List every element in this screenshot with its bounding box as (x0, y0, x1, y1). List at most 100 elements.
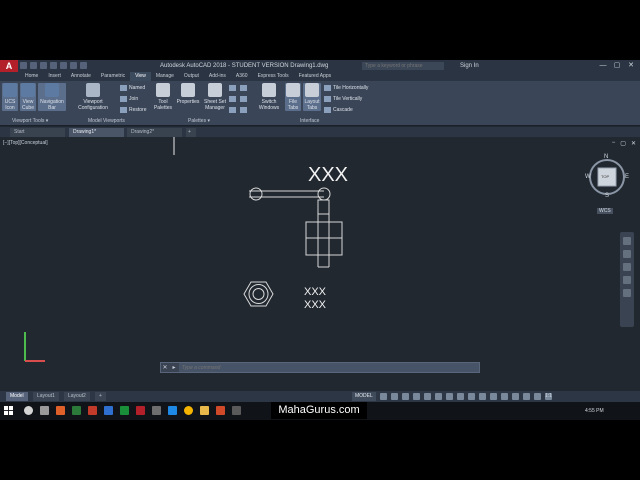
ribbon-tab-insert[interactable]: Insert (43, 72, 66, 81)
ribbon-tab-annotate[interactable]: Annotate (66, 72, 96, 81)
palette-small-6[interactable] (240, 107, 247, 113)
ribbon-tab-a360[interactable]: A360 (231, 72, 253, 81)
ribbon-overflow-icon[interactable] (336, 72, 346, 81)
showmotion-icon[interactable] (623, 289, 631, 297)
ribbon-tab-home[interactable]: Home (20, 72, 43, 81)
join-button[interactable]: Join (120, 96, 138, 102)
layout-tab-model[interactable]: Model (6, 392, 28, 401)
panel-label-palettes[interactable]: Palettes ▾ (188, 118, 210, 124)
windows-start-icon[interactable] (4, 406, 13, 415)
annotation-visibility-icon[interactable] (534, 393, 541, 400)
file-explorer-icon[interactable] (200, 406, 209, 415)
ribbon-tab-add-ins[interactable]: Add-ins (204, 72, 231, 81)
layout-tabs-button[interactable]: Layout Tabs (303, 83, 321, 111)
viewport-restore-button[interactable]: ▢ (620, 140, 626, 147)
maximize-button[interactable]: ▢ (610, 60, 624, 72)
compass-north[interactable]: N (604, 154, 608, 160)
selection-cycling-icon[interactable] (479, 393, 486, 400)
polar-icon[interactable] (413, 393, 420, 400)
chrome-icon[interactable] (184, 406, 193, 415)
dynamic-ucs-icon[interactable] (501, 393, 508, 400)
media-app-icon[interactable] (216, 406, 225, 415)
search-input[interactable] (362, 62, 444, 70)
drawing-viewport[interactable]: [−][Top][Conceptual] − ▢ ✕ XXX XXX XXX T… (0, 137, 640, 391)
ribbon-tab-view[interactable]: View (130, 72, 151, 81)
tab-start[interactable]: Start (10, 128, 65, 137)
drawing-text-large[interactable]: XXX (308, 164, 348, 187)
layout-tab-layout1[interactable]: Layout1 (33, 392, 59, 401)
save-as-icon[interactable] (50, 62, 57, 69)
browser-edge-icon[interactable] (168, 406, 177, 415)
task-view-icon[interactable] (40, 406, 49, 415)
tab-drawing2[interactable]: Drawing2* (127, 128, 182, 137)
autocad-taskbar-icon[interactable] (136, 406, 145, 415)
camera-icon[interactable] (152, 406, 161, 415)
ribbon-tab-parametric[interactable]: Parametric (96, 72, 130, 81)
tab-drawing1[interactable]: Drawing1* (69, 128, 124, 137)
tile-vertically-button[interactable]: Tile Vertically (324, 96, 362, 102)
command-close-icon[interactable]: ✕ (161, 364, 169, 371)
isodraft-icon[interactable] (424, 393, 431, 400)
compass-west[interactable]: W (585, 174, 591, 180)
drawing-text-small-1[interactable]: XXX (304, 286, 326, 298)
minimize-button[interactable]: — (596, 60, 610, 72)
plot-icon[interactable] (60, 62, 67, 69)
palette-small-1[interactable] (229, 85, 236, 91)
green-app-icon[interactable] (120, 406, 129, 415)
tile-horizontally-button[interactable]: Tile Horizontally (324, 85, 368, 91)
redo-icon[interactable] (80, 62, 87, 69)
viewport-controls-label[interactable]: [−][Top][Conceptual] (3, 140, 48, 146)
orbit-icon[interactable] (623, 276, 631, 284)
named-button[interactable]: Named (120, 85, 145, 91)
annotation-scale[interactable]: 1:1 (545, 392, 552, 401)
palette-small-4[interactable] (240, 85, 247, 91)
object-snap-tracking-icon[interactable] (435, 393, 442, 400)
store-icon[interactable] (232, 406, 241, 415)
new-file-icon[interactable] (20, 62, 27, 69)
ribbon-tab-express-tools[interactable]: Express Tools (253, 72, 294, 81)
ribbon-tab-output[interactable]: Output (179, 72, 204, 81)
tool-palettes-button[interactable]: Tool Palettes (152, 83, 174, 111)
navigation-bar-button[interactable]: Navigation Bar (38, 83, 66, 111)
viewport-close-button[interactable]: ✕ (631, 140, 636, 147)
properties-button[interactable]: Properties (175, 83, 201, 105)
palette-small-5[interactable] (240, 96, 247, 102)
full-navigation-wheel-icon[interactable] (623, 237, 631, 245)
new-tab-button[interactable]: + (186, 128, 196, 137)
undo-icon[interactable] (70, 62, 77, 69)
wcs-menu[interactable]: WCS (597, 208, 613, 214)
pdf-reader-icon[interactable] (88, 406, 97, 415)
grid-icon[interactable] (380, 393, 387, 400)
sheet-set-manager-button[interactable]: Sheet Set Manager (202, 83, 228, 111)
ribbon-tab-featured-apps[interactable]: Featured Apps (294, 72, 337, 81)
viewport-minimize-button[interactable]: − (612, 140, 616, 147)
autocad-logo-icon[interactable]: A (0, 60, 18, 72)
search-icon[interactable] (24, 406, 33, 415)
add-layout-button[interactable]: + (95, 392, 106, 401)
zoom-extents-icon[interactable] (623, 263, 631, 271)
panel-label-viewport-tools[interactable]: Viewport Tools ▾ (12, 118, 48, 124)
command-prompt-icon[interactable]: ▸ (169, 364, 179, 371)
3d-osnap-icon[interactable] (490, 393, 497, 400)
compass-south[interactable]: S (605, 193, 609, 199)
powerpoint-icon[interactable] (56, 406, 65, 415)
cascade-button[interactable]: Cascade (324, 107, 353, 113)
model-space-button[interactable]: MODEL (352, 392, 376, 401)
pan-icon[interactable] (623, 250, 631, 258)
restore-button[interactable]: Restore (120, 107, 147, 113)
system-clock[interactable]: 4:55 PM (585, 402, 604, 420)
open-file-icon[interactable] (30, 62, 37, 69)
command-input[interactable] (179, 363, 479, 372)
object-snap-icon[interactable] (446, 393, 453, 400)
snap-icon[interactable] (391, 393, 398, 400)
file-tabs-button[interactable]: File Tabs (285, 83, 301, 111)
close-button[interactable]: ✕ (624, 60, 638, 72)
save-icon[interactable] (40, 62, 47, 69)
excel-icon[interactable] (72, 406, 81, 415)
gizmo-icon[interactable] (523, 393, 530, 400)
ortho-icon[interactable] (402, 393, 409, 400)
compass-east[interactable]: E (625, 174, 629, 180)
view-cube-button[interactable]: View Cube (20, 83, 36, 111)
selection-filter-icon[interactable] (512, 393, 519, 400)
viewport-configuration-button[interactable]: Viewport Configuration (74, 83, 112, 111)
